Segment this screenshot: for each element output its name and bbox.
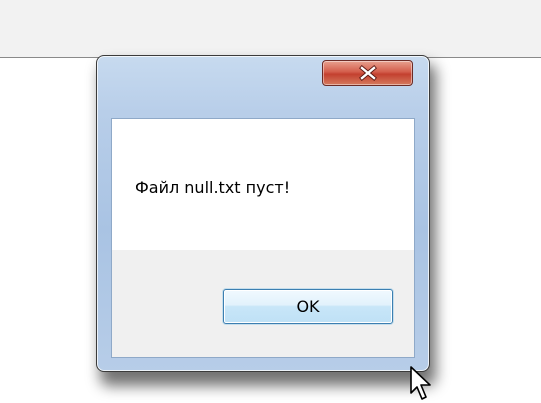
ok-button[interactable]: OK	[223, 289, 393, 324]
close-button[interactable]	[322, 60, 413, 86]
button-area: OK	[112, 250, 414, 357]
message-dialog: Файл null.txt пуст! OK	[96, 55, 430, 372]
dialog-content: Файл null.txt пуст! OK	[111, 118, 415, 358]
arrow-cursor-icon	[410, 366, 431, 400]
background-window-band	[0, 0, 541, 58]
desktop-screen: Файл null.txt пуст! OK	[0, 0, 541, 403]
close-icon	[358, 65, 377, 81]
dialog-titlebar[interactable]	[97, 56, 429, 118]
message-text: Файл null.txt пуст!	[135, 178, 291, 197]
message-area: Файл null.txt пуст!	[112, 119, 414, 250]
